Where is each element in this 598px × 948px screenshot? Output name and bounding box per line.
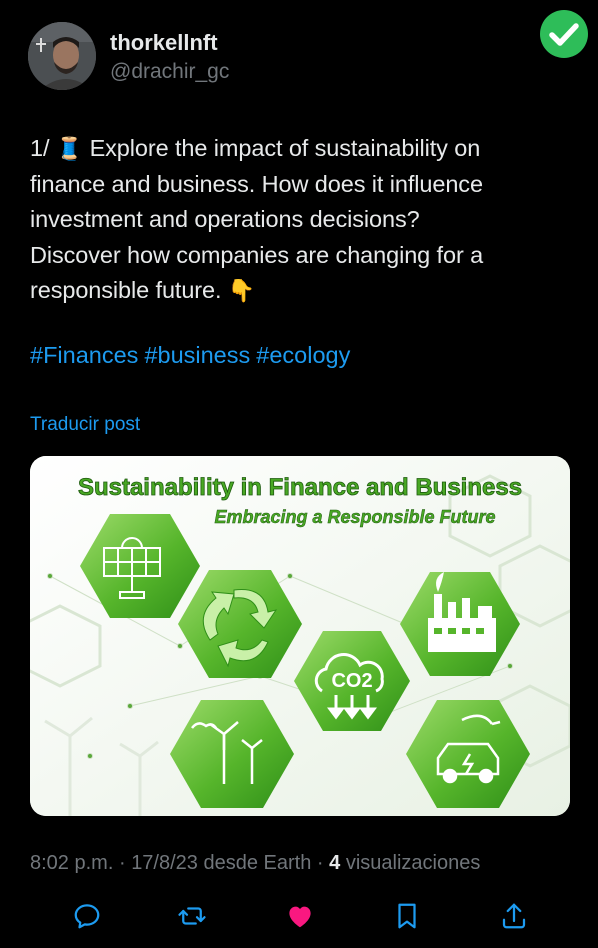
bookmark-icon[interactable] — [392, 901, 422, 931]
post-time[interactable]: 8:02 p.m. — [30, 852, 113, 874]
views-label: visualizaciones — [345, 852, 481, 874]
avatar-photo — [28, 22, 96, 90]
tweet-line-1: 1/ 🧵 Explore the impact of sustainabilit… — [30, 135, 481, 161]
sustainability-illustration: CO2 Sustainability in Finance and Busine… — [30, 456, 570, 816]
repost-icon[interactable] — [177, 901, 207, 931]
post-source: desde Earth — [203, 852, 312, 874]
tweet-line-4: Discover how companies are changing for … — [30, 241, 484, 268]
tweet-line-5: responsible future. 👇 — [30, 277, 256, 303]
image-subtitle: Embracing a Responsible Future — [214, 507, 495, 527]
thread-emoji-icon: 🧵 — [55, 136, 84, 161]
action-bar — [0, 895, 598, 939]
heart-icon[interactable] — [285, 901, 315, 931]
post-date[interactable]: 17/8/23 — [131, 852, 198, 874]
views-count: 4 — [329, 852, 341, 874]
post-meta: 8:02 p.m. · 17/8/23 desde Earth · 4 visu… — [30, 852, 481, 874]
author-handle[interactable]: @drachir_gc — [110, 60, 229, 84]
author-display-name[interactable]: thorkellnft — [110, 30, 218, 56]
post-image[interactable]: CO2 Sustainability in Finance and Busine… — [30, 456, 570, 816]
translate-post-link[interactable]: Traducir post — [30, 414, 140, 436]
author-avatar[interactable] — [28, 22, 96, 90]
tweet-line-2: finance and business. How does it influe… — [30, 170, 483, 197]
tweet-body: 1/ 🧵 Explore the impact of sustainabilit… — [30, 131, 570, 309]
hashtag-finances[interactable]: #Finances — [30, 342, 138, 368]
tweet-line-3: investment and operations decisions? — [30, 206, 420, 232]
share-icon[interactable] — [499, 901, 529, 931]
image-title: Sustainability in Finance and Business — [78, 474, 522, 501]
hashtag-business[interactable]: #business — [144, 342, 250, 368]
check-circle-icon — [540, 10, 588, 58]
hashtag-ecology[interactable]: #ecology — [256, 342, 350, 368]
co2-label: CO2 — [331, 670, 372, 692]
hashtag-list: #Finances #business #ecology — [30, 342, 356, 369]
point-down-emoji-icon: 👇 — [227, 278, 256, 303]
reply-icon[interactable] — [72, 901, 102, 931]
